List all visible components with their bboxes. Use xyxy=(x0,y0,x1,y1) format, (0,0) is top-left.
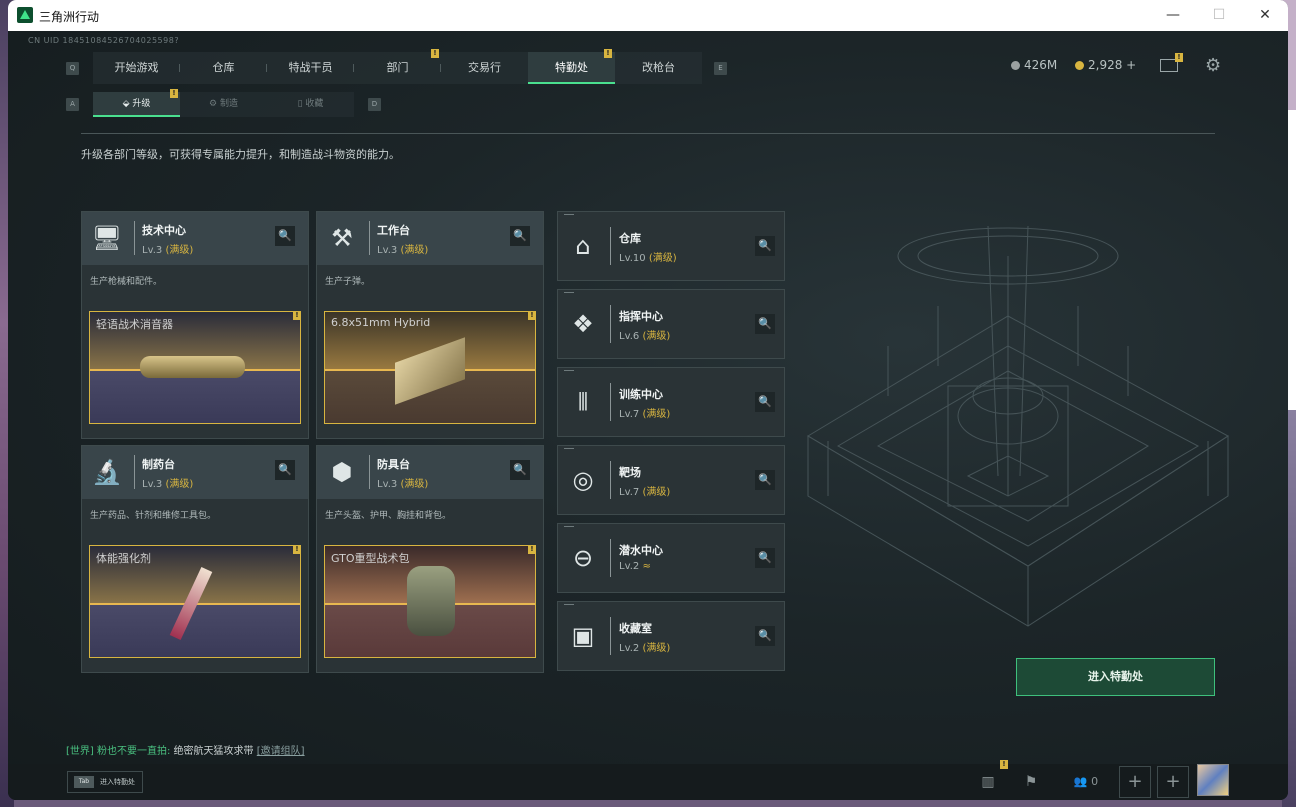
department-card-armor[interactable]: ⬢ 防具台 Lv.3 (满级) 🔍 生产头盔、护甲、胸挂和背包。 GTO重型战术… xyxy=(316,445,544,673)
mail-alert-badge: ! xyxy=(1175,53,1183,62)
search-icon[interactable]: 🔍 xyxy=(275,226,295,246)
search-icon[interactable]: 🔍 xyxy=(510,460,530,480)
chat-line[interactable]: [世界] 粉也不要一直拍: 绝密航天猛攻求带 [邀请组队] xyxy=(66,742,305,757)
command-icon: ❖ xyxy=(572,310,594,338)
facility-training[interactable]: ⫴ 训练中心 Lv.7 (满级) 🔍 xyxy=(557,367,785,437)
special-ops-alert-badge: ! xyxy=(604,49,612,58)
department-card-workbench[interactable]: ⚒ 工作台 Lv.3 (满级) 🔍 生产子弹。 6.8x51mm Hybrid … xyxy=(316,211,544,439)
diving-icon: ⊖ xyxy=(572,544,594,572)
flag-icon[interactable]: ⚑ xyxy=(1014,764,1048,800)
facility-diving[interactable]: ⊖ 潜水中心 Lv.2 ≈ 🔍 xyxy=(557,523,785,593)
tab-warehouse[interactable]: 仓库 xyxy=(180,52,267,84)
close-button[interactable]: ✕ xyxy=(1242,0,1288,31)
page-description: 升级各部门等级，可获得专属能力提升，和制造战斗物资的能力。 xyxy=(81,148,400,161)
currency-primary[interactable]: 426M xyxy=(1011,58,1057,72)
add-slot-button[interactable]: + xyxy=(1119,766,1151,798)
stats-alert-badge: ! xyxy=(1000,760,1008,769)
subnav-prev-key[interactable]: A xyxy=(66,98,79,111)
window-title: 三角洲行动 xyxy=(39,10,100,24)
enter-special-ops-button[interactable]: 进入特勤处 xyxy=(1016,658,1215,696)
craft-item-slot[interactable]: 6.8x51mm Hybrid ! xyxy=(324,311,536,424)
search-icon[interactable]: 🔍 xyxy=(755,236,775,256)
nav-prev-key[interactable]: Q xyxy=(66,62,79,75)
search-icon[interactable]: 🔍 xyxy=(755,392,775,412)
search-icon[interactable]: 🔍 xyxy=(755,470,775,490)
currency-secondary[interactable]: 2,928 + xyxy=(1075,58,1136,72)
craft-item-slot[interactable]: 体能强化剂 ! xyxy=(89,545,301,658)
tab-shortcut[interactable]: Tab 进入特勤处 xyxy=(67,771,143,793)
add-slot-button[interactable]: + xyxy=(1157,766,1189,798)
target-icon: ◎ xyxy=(572,466,594,494)
tools-icon: ⚒ xyxy=(331,224,353,252)
department-card-pharmacy[interactable]: 🔬 制药台 Lv.3 (满级) 🔍 生产药品、针剂和维修工具包。 体能强化剂 ! xyxy=(81,445,309,673)
dumbbell-icon: ⫴ xyxy=(577,388,589,416)
invite-link[interactable]: [邀请组队] xyxy=(257,746,305,757)
search-icon[interactable]: 🔍 xyxy=(755,314,775,334)
minimize-button[interactable]: — xyxy=(1150,0,1196,31)
craft-item-slot[interactable]: 轻语战术消音器 ! xyxy=(89,311,301,424)
monitor-icon: 🖥 xyxy=(91,224,123,252)
subnav-next-key[interactable]: D xyxy=(368,98,381,111)
coin-silver-icon xyxy=(1011,61,1020,70)
user-uid: CN UID 18451084526704025598? xyxy=(28,36,180,45)
friends-button[interactable]: 👥 0 xyxy=(1066,764,1106,800)
sub-nav: ⬙ 升级 ⚙ 制造 ▯ 收藏 xyxy=(93,92,354,117)
coin-gold-icon xyxy=(1075,61,1084,70)
craft-item-slot[interactable]: GTO重型战术包 ! xyxy=(324,545,536,658)
subtab-upgrade[interactable]: ⬙ 升级 xyxy=(93,92,180,117)
gear-icon[interactable]: ⚙ xyxy=(1205,55,1221,76)
facility-collection[interactable]: ▣ 收藏室 Lv.2 (满级) 🔍 xyxy=(557,601,785,671)
tab-operators[interactable]: 特战干员 xyxy=(267,52,354,84)
tab-trade[interactable]: 交易行 xyxy=(441,52,528,84)
facility-command[interactable]: ❖ 指挥中心 Lv.6 (满级) 🔍 xyxy=(557,289,785,359)
tab-special-ops[interactable]: 特勤处 xyxy=(528,52,615,84)
backpack-image xyxy=(407,566,455,636)
avatar[interactable] xyxy=(1197,764,1229,796)
title-bar: 三角洲行动 — ☐ ✕ xyxy=(8,0,1288,31)
warehouse-icon: ⌂ xyxy=(575,232,591,260)
upgrade-alert-badge: ! xyxy=(170,89,178,98)
game-window: 三角洲行动 — ☐ ✕ CN UID 18451084526704025598? xyxy=(8,0,1288,800)
bottom-bar: Tab 进入特勤处 ▥ ! ⚑ 👥 0 + + xyxy=(8,760,1288,800)
search-icon[interactable]: 🔍 xyxy=(755,626,775,646)
facility-range[interactable]: ◎ 靶场 Lv.7 (满级) 🔍 xyxy=(557,445,785,515)
subtab-collection[interactable]: ▯ 收藏 xyxy=(267,92,354,117)
search-icon[interactable]: 🔍 xyxy=(275,460,295,480)
divider xyxy=(81,133,1215,134)
department-alert-badge: ! xyxy=(431,49,439,58)
subtab-craft[interactable]: ⚙ 制造 xyxy=(180,92,267,117)
search-icon[interactable]: 🔍 xyxy=(755,548,775,568)
microscope-icon: 🔬 xyxy=(92,458,122,486)
boxes-icon: ⬢ xyxy=(331,458,353,486)
suppressor-image xyxy=(140,356,245,378)
stats-icon[interactable]: ▥ xyxy=(971,764,1005,800)
facility-3d-model xyxy=(807,225,1229,627)
maximize-button[interactable]: ☐ xyxy=(1196,0,1242,31)
tab-gunsmith[interactable]: 改枪台 xyxy=(615,52,702,84)
search-icon[interactable]: 🔍 xyxy=(510,226,530,246)
collection-icon: ▣ xyxy=(571,622,595,650)
department-card-tech[interactable]: 🖥 技术中心 Lv.3 (满级) 🔍 生产枪械和配件。 轻语战术消音器 ! xyxy=(81,211,309,439)
tab-department[interactable]: 部门 xyxy=(354,52,441,84)
tab-start-game[interactable]: 开始游戏 xyxy=(93,52,180,84)
nav-next-key[interactable]: E xyxy=(714,62,727,75)
facility-warehouse[interactable]: ⌂ 仓库 Lv.10 (满级) 🔍 xyxy=(557,211,785,281)
app-logo-icon xyxy=(17,7,33,23)
game-view: CN UID 18451084526704025598? Q 开始游戏 仓库 特… xyxy=(8,31,1288,800)
